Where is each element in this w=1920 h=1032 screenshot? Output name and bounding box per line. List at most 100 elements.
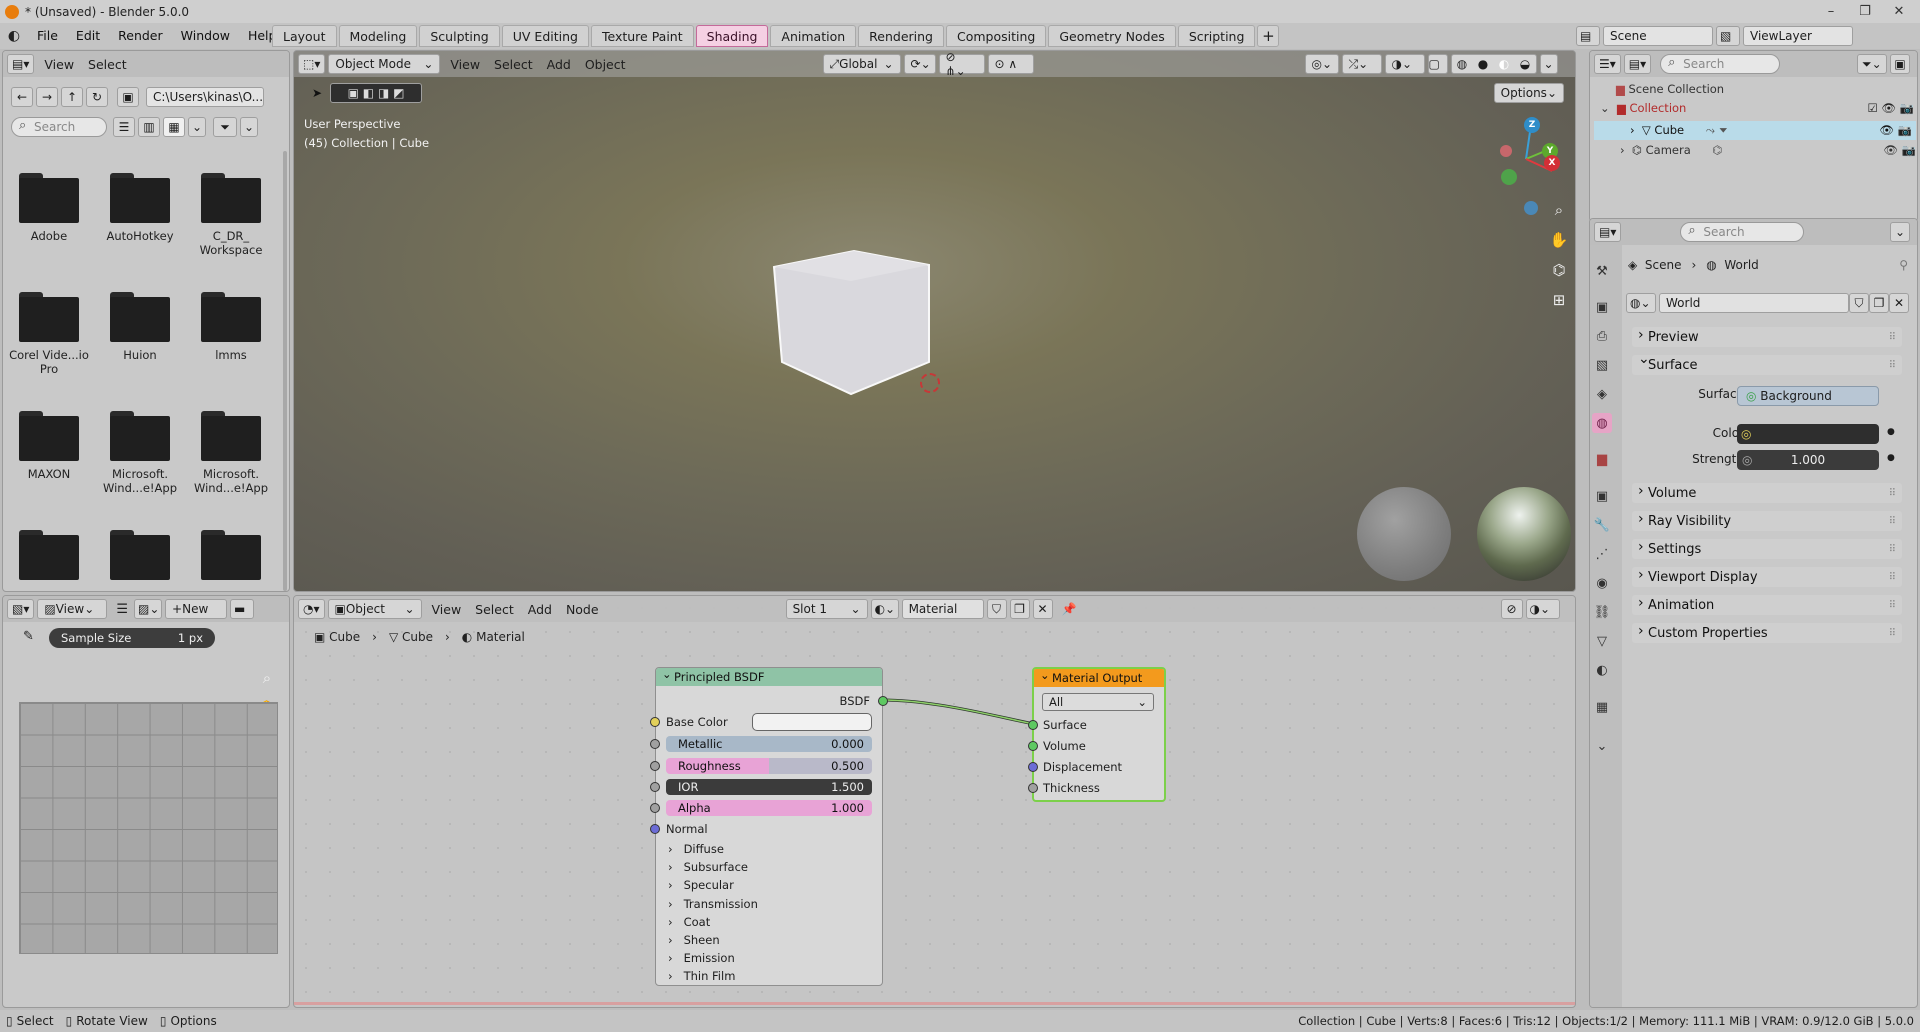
tool-tab-icon[interactable]: ⚒ bbox=[1592, 261, 1612, 281]
physics-tab-icon[interactable]: ◉ bbox=[1592, 573, 1612, 593]
roughness-field[interactable]: Roughness 0.500 bbox=[666, 758, 872, 774]
panel-ray-visibility[interactable]: Ray Visibility⠿ bbox=[1632, 511, 1902, 531]
back-arrow-icon[interactable]: ← bbox=[11, 87, 33, 107]
close-button[interactable]: ✕ bbox=[1882, 0, 1916, 23]
eyedropper-icon[interactable]: ✎ bbox=[23, 629, 34, 644]
thickness-socket[interactable] bbox=[1028, 783, 1038, 793]
options-dropdown[interactable]: Options ⌄ bbox=[1493, 83, 1564, 103]
subpanel-transmission[interactable]: › Transmission bbox=[668, 895, 758, 913]
maximize-button[interactable]: ❐ bbox=[1848, 0, 1882, 23]
node-editor-panel[interactable]: ◔▾ ▣ Object ⌄ View Select Add Node Slot 1… bbox=[293, 595, 1576, 1008]
menu-add[interactable]: Add bbox=[540, 57, 578, 72]
outliner-row-cube[interactable]: › ▽ Cube ⤳ ⏷ 👁 📷 bbox=[1594, 121, 1916, 140]
world-tab-icon[interactable]: ◍ bbox=[1592, 413, 1612, 433]
folder-item[interactable]: MAXON bbox=[9, 411, 89, 481]
new-collection-icon[interactable]: ▣ bbox=[1890, 54, 1910, 74]
folder-item[interactable]: Microsoft. Wind...e!App bbox=[100, 411, 180, 495]
particles-tab-icon[interactable]: ⋰ bbox=[1592, 544, 1612, 564]
filter-icon[interactable]: ⏷⌄ bbox=[1857, 54, 1887, 74]
volume-socket[interactable] bbox=[1028, 741, 1038, 751]
unlink-icon[interactable]: ✕ bbox=[1889, 293, 1909, 313]
panel-custom-properties[interactable]: Custom Properties⠿ bbox=[1632, 623, 1902, 643]
camera-view-icon[interactable]: ⌬ bbox=[1546, 257, 1572, 283]
filter-icon[interactable]: ⏷ bbox=[213, 117, 237, 137]
gizmo-axis-x[interactable]: X bbox=[1544, 155, 1560, 171]
outliner-search-input[interactable]: Search bbox=[1660, 54, 1781, 74]
view-layer-tab-icon[interactable]: ▧ bbox=[1592, 355, 1612, 375]
output-tab-icon[interactable]: ⎙ bbox=[1592, 326, 1612, 346]
view-layer-icon[interactable]: ▧ bbox=[1716, 26, 1740, 46]
material-output-node[interactable]: Material Output All ⌄ Surface Volume Disp… bbox=[1028, 666, 1166, 802]
editor-type-icon[interactable]: ▤▾ bbox=[7, 54, 35, 74]
new-image-button[interactable]: + New bbox=[165, 599, 228, 619]
panel-settings[interactable]: Settings⠿ bbox=[1632, 539, 1902, 559]
tab-uv-editing[interactable]: UV Editing bbox=[501, 25, 589, 47]
surface-shader-dropdown[interactable]: ◎ Background bbox=[1737, 386, 1879, 406]
scene-collection-row[interactable]: ▆ Scene Collection bbox=[1616, 82, 1724, 96]
minimize-button[interactable]: – bbox=[1814, 0, 1848, 23]
modifier-tab-icon[interactable]: 🔧 bbox=[1592, 515, 1612, 535]
principled-bsdf-node[interactable]: Principled BSDF BSDF Base Color Metallic… bbox=[650, 665, 888, 986]
drag-grip-icon[interactable]: ⠿ bbox=[1889, 572, 1896, 583]
open-image-icon[interactable]: ▬ bbox=[230, 599, 255, 619]
fake-user-icon[interactable]: ⛉ bbox=[1849, 293, 1869, 313]
menu-view[interactable]: View bbox=[37, 57, 81, 72]
scene-tab-icon[interactable]: ◈ bbox=[1592, 384, 1612, 404]
breadcrumb-scene[interactable]: Scene bbox=[1645, 258, 1682, 272]
row-toggle-icons[interactable]: 👁 📷 bbox=[1879, 121, 1912, 140]
editor-type-icon[interactable]: ☰▾ bbox=[1594, 54, 1621, 74]
path-field[interactable]: C:\Users\kinas\O... bbox=[146, 87, 264, 107]
scene-type-icon[interactable]: ▤ bbox=[1576, 26, 1600, 46]
keyframe-dot-icon[interactable]: ● bbox=[1887, 427, 1895, 437]
solid-shading-icon[interactable]: ● bbox=[1478, 57, 1488, 71]
collection-tab-icon[interactable]: ▆ bbox=[1592, 449, 1612, 469]
tab-layout[interactable]: Layout bbox=[272, 25, 337, 47]
tab-geometry-nodes[interactable]: Geometry Nodes bbox=[1048, 25, 1176, 47]
bsdf-output-socket[interactable] bbox=[878, 696, 888, 706]
forward-arrow-icon[interactable]: → bbox=[36, 87, 58, 107]
blender-menu-icon[interactable]: ◐ bbox=[0, 28, 28, 44]
zoom-icon[interactable]: ⌕ bbox=[1546, 197, 1572, 223]
drag-grip-icon[interactable]: ⠿ bbox=[1889, 516, 1896, 527]
folder-item[interactable]: Corel Vide...io Pro bbox=[9, 292, 89, 376]
row-toggle-icons[interactable]: 👁 📷 bbox=[1883, 143, 1916, 157]
visibility-icon[interactable]: ◎⌄ bbox=[1304, 54, 1339, 74]
thumb-list-icon[interactable]: ▥ bbox=[138, 117, 160, 137]
list-view-icon[interactable]: ☰ bbox=[113, 117, 135, 137]
editor-type-icon[interactable]: ⬚▾ bbox=[298, 54, 326, 74]
material-output-header[interactable]: Material Output bbox=[1034, 666, 1164, 687]
shading-dropdown-icon[interactable]: ⌄ bbox=[1539, 54, 1558, 74]
folder-item[interactable] bbox=[100, 530, 180, 580]
folder-item[interactable]: Adobe bbox=[9, 173, 89, 243]
sample-size-field[interactable]: Sample Size 1 px bbox=[49, 628, 215, 648]
alpha-socket[interactable] bbox=[650, 803, 660, 813]
folder-item[interactable] bbox=[9, 530, 89, 580]
drag-grip-icon[interactable]: ⠿ bbox=[1889, 628, 1896, 639]
view-mode-dropdown[interactable]: ▨ View ⌄ bbox=[37, 599, 108, 619]
options-dropdown-icon[interactable]: ⌄ bbox=[1890, 222, 1910, 242]
outliner-row-collection[interactable]: ⌄ ▆ Collection ☑ 👁 📷 bbox=[1600, 101, 1917, 119]
subpanel-thin-film[interactable]: › Thin Film bbox=[668, 967, 758, 985]
tab-rendering[interactable]: Rendering bbox=[858, 25, 944, 47]
keyframe-dot-icon[interactable]: ● bbox=[1887, 453, 1895, 463]
texture-tab-icon[interactable]: ▦ bbox=[1592, 697, 1612, 717]
tab-modeling[interactable]: Modeling bbox=[338, 25, 418, 47]
menu-select[interactable]: Select bbox=[81, 57, 134, 72]
thumbnail-view-icon[interactable]: ▦ bbox=[163, 117, 185, 137]
panel-preview[interactable]: Preview ⠿ bbox=[1632, 327, 1902, 347]
normal-socket[interactable] bbox=[650, 824, 660, 834]
roughness-socket[interactable] bbox=[650, 761, 660, 771]
ior-socket[interactable] bbox=[650, 782, 660, 792]
menu-object[interactable]: Object bbox=[578, 57, 633, 72]
drag-grip-icon[interactable]: ⠿ bbox=[1889, 332, 1896, 343]
file-search-input[interactable]: Search bbox=[11, 117, 107, 137]
surface-socket[interactable] bbox=[1028, 720, 1038, 730]
drag-grip-icon[interactable]: ⠿ bbox=[1889, 600, 1896, 611]
subpanel-subsurface[interactable]: › Subsurface bbox=[668, 858, 758, 876]
material-tab-icon[interactable]: ◐ bbox=[1592, 660, 1612, 680]
snap-icon[interactable]: ⊘ ⋔⌄ bbox=[938, 51, 985, 78]
menu-hamburger-icon[interactable]: ☰ bbox=[116, 602, 128, 617]
row-toggle-icons[interactable]: ☑ 👁 📷 bbox=[1867, 101, 1914, 115]
alpha-field[interactable]: Alpha 1.000 bbox=[666, 800, 872, 816]
refresh-icon[interactable]: ↻ bbox=[86, 87, 108, 107]
